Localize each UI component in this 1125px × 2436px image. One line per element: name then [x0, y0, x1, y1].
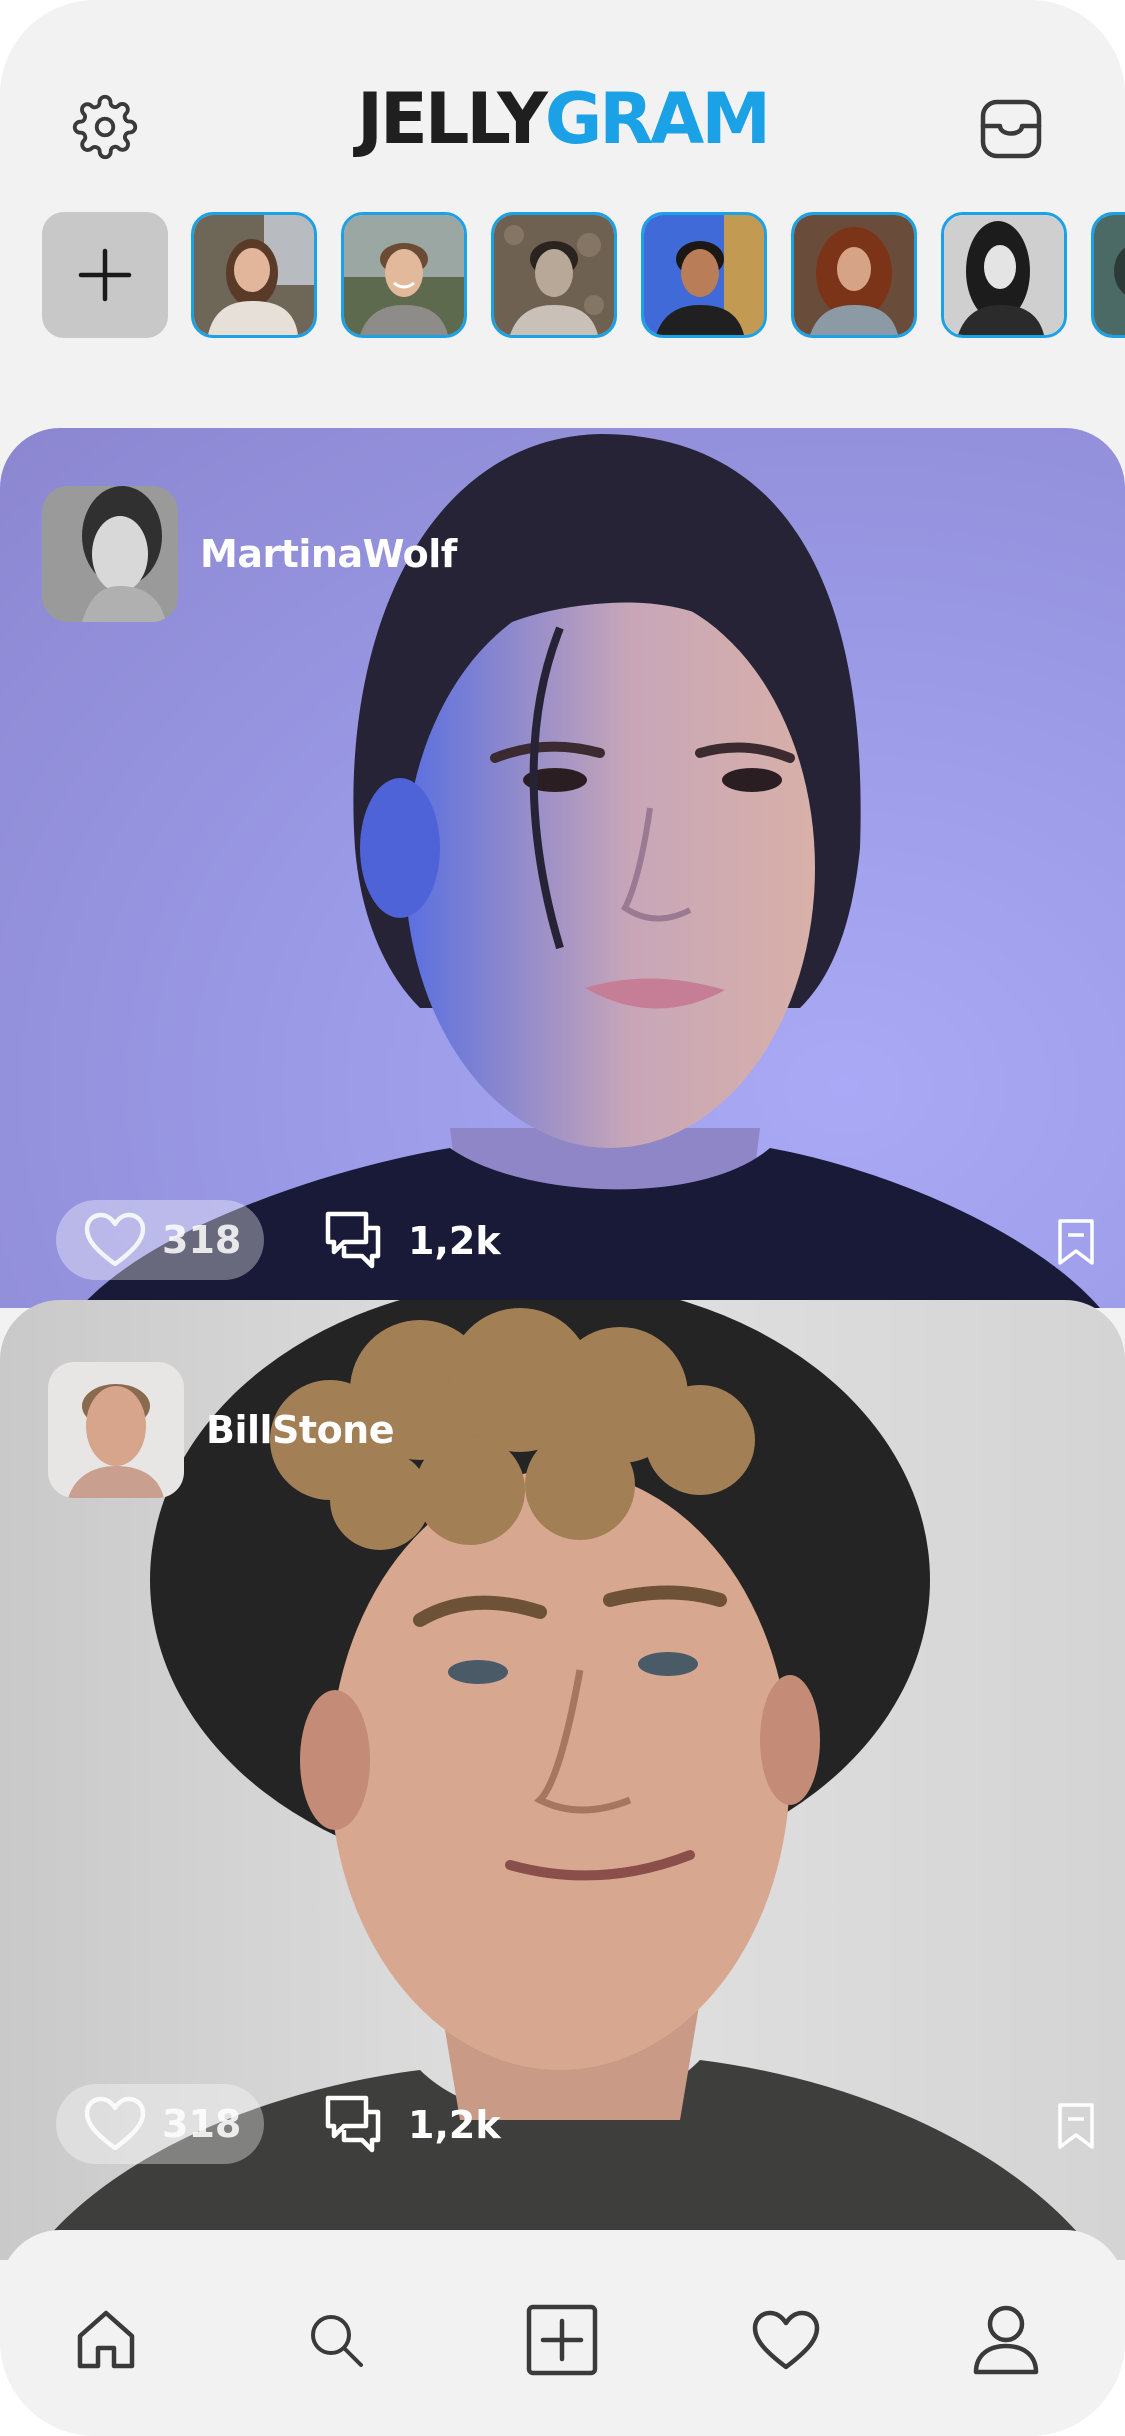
bottom-nav	[0, 2230, 1125, 2436]
like-button[interactable]: 318	[56, 2084, 264, 2164]
story-avatar[interactable]	[791, 212, 917, 338]
logo-jelly: JELLY	[356, 78, 548, 160]
like-button[interactable]: 318	[56, 1200, 264, 1280]
search-icon	[311, 2315, 363, 2367]
home-icon	[77, 2310, 135, 2369]
story-photo	[344, 215, 464, 335]
story-photo	[1094, 215, 1125, 335]
author-avatar	[42, 486, 178, 622]
comments-icon	[325, 2095, 381, 2153]
nav-search[interactable]	[296, 2300, 376, 2380]
story-photo	[194, 215, 314, 335]
nav-profile[interactable]	[966, 2300, 1046, 2380]
story-avatar[interactable]	[1091, 212, 1125, 338]
story-photo	[494, 215, 614, 335]
bookmark-icon[interactable]	[1056, 1218, 1096, 1266]
author-photo	[48, 1362, 184, 1498]
app-logo: JELLYGRAM	[0, 84, 1125, 154]
author-name: BillStone	[206, 1408, 395, 1452]
add-post-icon	[526, 2304, 598, 2376]
stories-row	[0, 212, 1125, 340]
add-story-button[interactable]	[42, 212, 168, 338]
heart-outline-icon	[84, 2096, 146, 2151]
comment-count: 1,2k	[408, 2103, 501, 2147]
profile-icon	[973, 2305, 1039, 2375]
story-avatar[interactable]	[941, 212, 1067, 338]
inbox-tray-icon	[980, 99, 1042, 159]
nav-activity[interactable]	[746, 2300, 826, 2380]
story-photo	[644, 215, 764, 335]
story-avatar[interactable]	[491, 212, 617, 338]
comment-button[interactable]: 1,2k	[322, 1206, 501, 1276]
post-actions: 318 1,2k	[0, 2084, 1125, 2164]
feed-post[interactable]: MartinaWolf 318 1,2k	[0, 428, 1125, 1308]
top-bar: JELLYGRAM	[0, 60, 1125, 190]
nav-add-post[interactable]	[522, 2300, 602, 2380]
heart-icon	[752, 2310, 820, 2370]
feed-post[interactable]: BillStone 318 1,2k	[0, 1300, 1125, 2260]
story-photo	[944, 215, 1064, 335]
plus-icon	[78, 248, 132, 302]
heart-outline-icon	[84, 1212, 146, 1267]
inbox-button[interactable]	[976, 94, 1046, 164]
logo-gram: GRAM	[544, 78, 771, 160]
comments-icon	[325, 1211, 381, 1269]
author-name: MartinaWolf	[200, 532, 457, 576]
bookmark-icon[interactable]	[1056, 2102, 1096, 2150]
author-photo	[42, 486, 178, 622]
nav-home[interactable]	[66, 2300, 146, 2380]
comment-button[interactable]: 1,2k	[322, 2090, 501, 2160]
story-avatar[interactable]	[341, 212, 467, 338]
post-author[interactable]: MartinaWolf	[42, 486, 457, 622]
author-avatar	[48, 1362, 184, 1498]
story-avatar[interactable]	[641, 212, 767, 338]
app-screen: JELLYGRAM MartinaWolf 318 1,2k BillStone…	[0, 0, 1125, 2436]
story-photo	[794, 215, 914, 335]
like-count: 318	[162, 2102, 242, 2146]
post-author[interactable]: BillStone	[48, 1362, 395, 1498]
like-count: 318	[162, 1218, 242, 1262]
comment-count: 1,2k	[408, 1219, 501, 1263]
post-actions: 318 1,2k	[0, 1200, 1125, 1280]
story-avatar[interactable]	[191, 212, 317, 338]
